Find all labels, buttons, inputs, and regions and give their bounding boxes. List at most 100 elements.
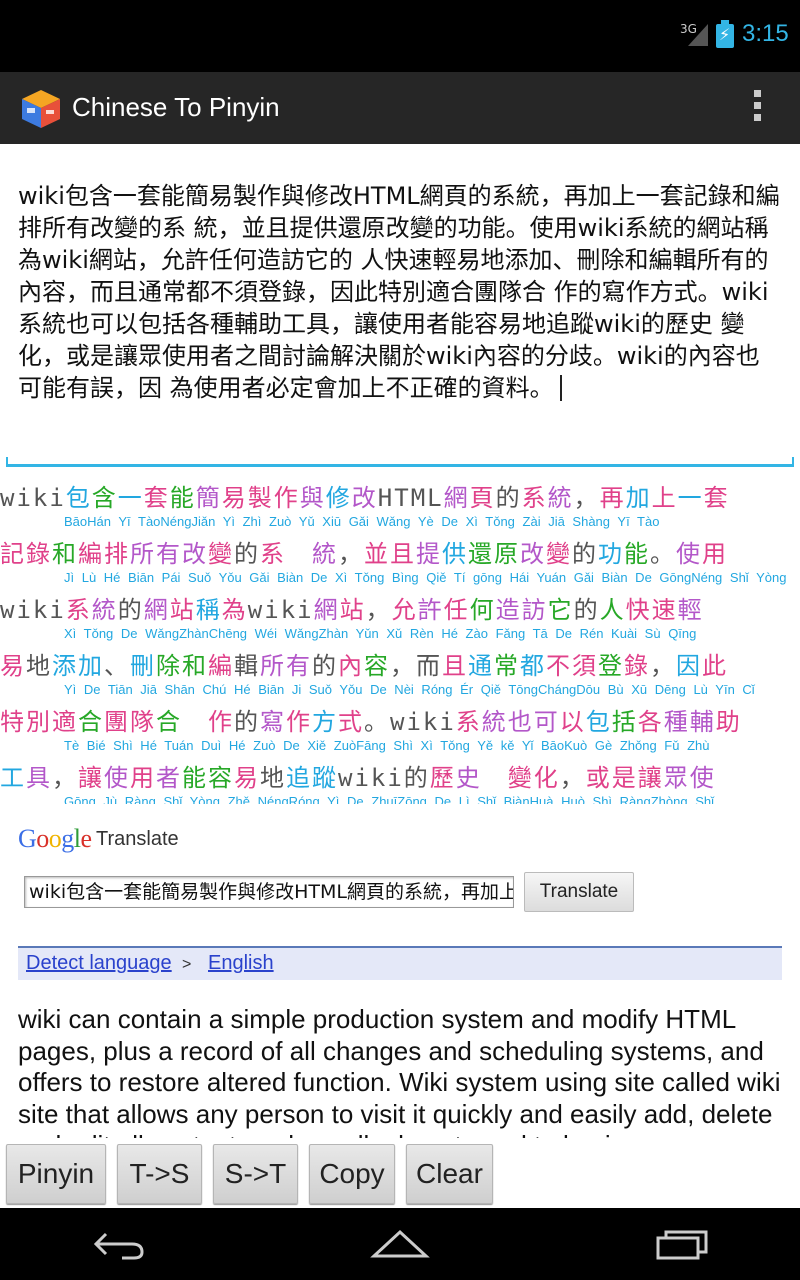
pinyin-char: 的 [234,708,260,736]
pinyin-char: 內 [338,652,364,680]
pinyin-char: 登 [598,652,624,680]
pinyin-char: 統 [547,484,574,512]
pinyin-char: ， [390,652,416,680]
pinyin-button[interactable]: Pinyin [6,1144,106,1204]
input-underline [6,457,794,467]
pinyin-char: 統 [91,596,118,624]
pinyin-char: ， [573,484,600,512]
pinyin-row: 記錄和編排所有改變的系 統，並且提供還原改變的功能。使用 Jì Lù Hé Biā… [0,534,800,590]
pinyin-char: 地 [26,652,52,680]
pinyin-char: 史 [455,764,482,792]
recent-apps-icon[interactable] [654,1226,710,1262]
trad-to-simp-button[interactable]: T->S [117,1144,202,1204]
app-cube-icon[interactable] [20,88,62,130]
pinyin-char: 通 [468,652,494,680]
pinyin-char: 網 [143,596,170,624]
pinyin-char: 提 [416,540,442,568]
pinyin-char: 易 [234,764,260,792]
pinyin-char: 易 [221,484,248,512]
pinyin-char: 隊 [130,708,156,736]
pinyin-char: 製 [247,484,274,512]
pinyin-char: 簡 [195,484,222,512]
main-content: wiki包含一套能簡易製作與修改HTML網頁的系統，再加上一套記錄和編排所有改變… [0,144,800,1208]
clear-button[interactable]: Clear [406,1144,493,1204]
pinyin-romanization: Gōng Jù Ràng Shǐ Yòng Zhě NéngRóng Yì De… [64,794,714,804]
pinyin-char: 的 [117,596,144,624]
home-icon[interactable] [370,1226,430,1262]
pinyin-char: 化 [533,764,560,792]
translate-button[interactable]: Translate [524,872,634,912]
pinyin-chars: wiki系統的網站稱為wiki網站，允許任何造訪它的人快速輕 [0,590,704,625]
pinyin-char: 允 [391,596,418,624]
pinyin-char: ， [52,764,78,792]
pinyin-char: 原 [494,540,520,568]
text-cursor [559,375,562,401]
signal-icon [688,24,708,46]
pinyin-char: wiki [0,596,66,624]
pinyin-char: 式 [338,708,364,736]
pinyin-char [286,540,312,568]
pinyin-char: 團 [104,708,130,736]
pinyin-char: 包 [585,708,612,736]
pinyin-char: wiki [338,764,404,792]
pinyin-char: 一 [117,484,144,512]
battery-icon: ⚡ [716,20,734,48]
language-bar: Detect language > English [18,946,782,980]
pinyin-char: 作 [208,708,234,736]
pinyin-char: 並 [364,540,390,568]
copy-button[interactable]: Copy [309,1144,395,1204]
translate-input[interactable]: wiki包含一套能簡易製作與修改HTML網頁的系統，再加上一套記錄和編排所有改變… [24,876,514,908]
pinyin-char: ， [365,596,392,624]
pinyin-char: 統 [312,540,338,568]
chinese-input-field[interactable]: wiki包含一套能簡易製作與修改HTML網頁的系統，再加上一套記錄和編排所有改變… [18,180,782,404]
pinyin-char: 變 [507,764,534,792]
pinyin-char: 稱 [195,596,222,624]
pinyin-char: 而 [416,652,442,680]
pinyin-char: 的 [234,540,260,568]
pinyin-row: 特別適合團隊合 作的寫作方式。wiki系統也可以包括各種輔助 Tè Bié Shì… [0,702,800,758]
pinyin-char: 修 [325,484,352,512]
simp-to-trad-button[interactable]: S->T [213,1144,298,1204]
pinyin-char: 且 [442,652,468,680]
pinyin-char: 助 [715,708,742,736]
back-icon[interactable] [92,1226,148,1262]
pinyin-char: 再 [599,484,626,512]
pinyin-char: 各 [637,708,664,736]
pinyin-char: 刪 [130,652,156,680]
status-bar: 3G ⚡ 3:15 [0,0,800,72]
pinyin-char: 統 [481,708,508,736]
pinyin-char: 它 [547,596,574,624]
pinyin-char: 含 [91,484,118,512]
pinyin-char: wiki [390,708,456,736]
target-language-link[interactable]: English [208,948,274,978]
pinyin-char: 任 [443,596,470,624]
pinyin-char: 記 [0,540,26,568]
pinyin-char: 排 [104,540,130,568]
pinyin-chars: wiki包含一套能簡易製作與修改HTML網頁的系統，再加上一套 [0,478,730,513]
navigation-bar [0,1208,800,1280]
pinyin-char: 括 [611,708,638,736]
pinyin-row: wiki包含一套能簡易製作與修改HTML網頁的系統，再加上一套 BāoHán Yī… [0,478,800,534]
pinyin-char: 套 [703,484,730,512]
pinyin-char: 種 [663,708,690,736]
pinyin-char: 讓 [78,764,104,792]
pinyin-char: 且 [390,540,416,568]
pinyin-char: 容 [208,764,234,792]
overflow-menu-icon[interactable] [752,90,764,126]
pinyin-char: 容 [364,652,390,680]
pinyin-char: 追 [286,764,312,792]
pinyin-char: 或 [585,764,612,792]
pinyin-chars: 工具，讓使用者能容易地追蹤wiki的歷史 變化，或是讓眾使 [0,758,716,793]
pinyin-char: 所 [130,540,156,568]
pinyin-char: 是 [611,764,638,792]
pinyin-char: 還 [468,540,494,568]
pinyin-chars: 記錄和編排所有改變的系 統，並且提供還原改變的功能。使用 [0,534,728,569]
app-title: Chinese To Pinyin [72,92,280,122]
pinyin-char: 須 [572,652,598,680]
detect-language-link[interactable]: Detect language [26,948,172,978]
pinyin-char: 以 [559,708,586,736]
pinyin-char: 有 [286,652,312,680]
pinyin-char: 速 [651,596,678,624]
pinyin-char: 地 [260,764,286,792]
pinyin-row: wiki系統的網站稱為wiki網站，允許任何造訪它的人快速輕 Xì Tǒng De… [0,590,800,646]
